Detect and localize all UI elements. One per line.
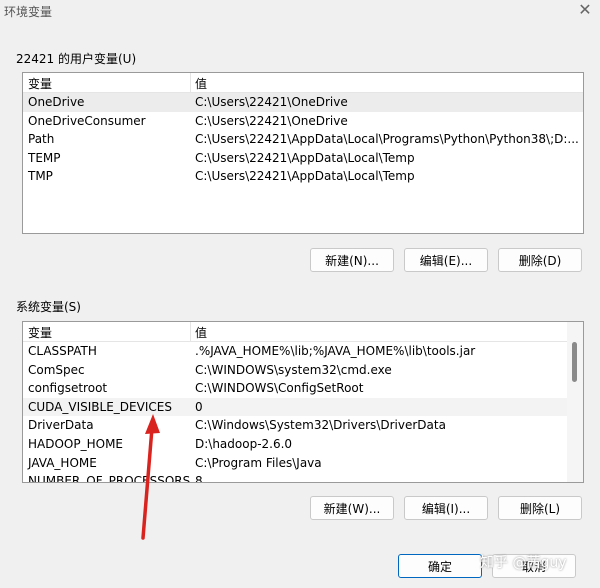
arrow-head [145,414,160,434]
arrow-shaft [141,426,154,540]
annotation-arrow-icon [141,414,160,540]
